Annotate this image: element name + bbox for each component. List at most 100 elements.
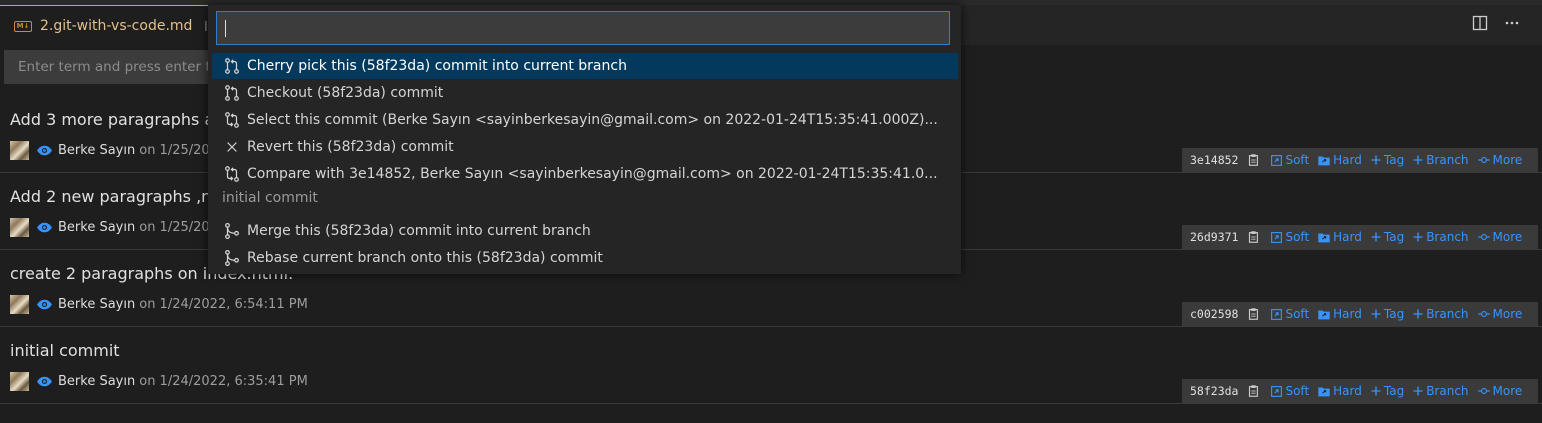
more-button[interactable]: More (1477, 307, 1523, 321)
soft-reset-icon (1270, 385, 1285, 398)
plus-icon (1370, 308, 1384, 320)
hard-reset-button-label: Hard (1333, 153, 1362, 167)
soft-reset-button-label: Soft (1285, 153, 1310, 167)
add-branch-button[interactable]: Branch (1412, 384, 1469, 398)
add-branch-button[interactable]: Branch (1412, 153, 1469, 167)
add-branch-button-label: Branch (1426, 307, 1469, 321)
add-branch-button[interactable]: Branch (1412, 307, 1469, 321)
eye-icon[interactable] (36, 296, 53, 313)
soft-reset-icon (1270, 308, 1285, 321)
soft-reset-button[interactable]: Soft (1270, 307, 1309, 321)
add-branch-button-label: Branch (1426, 230, 1469, 244)
commit-message: initial commit (10, 341, 120, 360)
add-tag-button-label: Tag (1383, 384, 1405, 398)
hard-reset-button-label: Hard (1333, 307, 1362, 321)
plus-icon (1370, 385, 1384, 397)
eye-icon[interactable] (36, 373, 53, 390)
hard-reset-button[interactable]: Hard (1317, 384, 1362, 398)
more-button-label: More (1492, 384, 1523, 398)
git-merge-icon (222, 248, 242, 268)
quick-pick-input[interactable] (216, 11, 950, 45)
add-branch-button-label: Branch (1426, 153, 1469, 167)
soft-reset-button[interactable]: Soft (1270, 153, 1309, 167)
commit-sha[interactable]: 26d9371 (1190, 230, 1238, 244)
commit-sha[interactable]: c002598 (1190, 307, 1238, 321)
more-button[interactable]: More (1477, 384, 1523, 398)
close-icon (222, 137, 242, 157)
quick-pick-item[interactable]: Checkout (58f23da) commit (212, 80, 958, 106)
more-button-label: More (1492, 153, 1523, 167)
quick-pick-item[interactable]: Cherry pick this (58f23da) commit into c… (212, 53, 958, 79)
commit-date: on 1/24/2022, 6:54:11 PM (139, 297, 308, 312)
quick-pick-dropdown: Cherry pick this (58f23da) commit into c… (208, 5, 961, 274)
soft-reset-button[interactable]: Soft (1270, 230, 1309, 244)
copy-icon[interactable] (1246, 307, 1260, 321)
quick-pick-item-label: Rebase current branch onto this (58f23da… (247, 250, 603, 266)
split-editor-icon[interactable] (1470, 13, 1490, 33)
add-tag-button-label: Tag (1383, 307, 1405, 321)
copy-icon[interactable] (1246, 153, 1260, 167)
git-pull-request-icon (222, 83, 242, 103)
hard-reset-button-label: Hard (1333, 384, 1362, 398)
markdown-file-icon: M↓ (14, 21, 32, 32)
add-tag-button[interactable]: Tag (1370, 384, 1404, 398)
add-tag-button-label: Tag (1383, 153, 1405, 167)
add-tag-button[interactable]: Tag (1370, 230, 1404, 244)
soft-reset-button-label: Soft (1285, 384, 1310, 398)
quick-pick-item-label: Select this commit (Berke Sayın <sayinbe… (247, 112, 938, 128)
editor-tab[interactable]: M↓ 2.git-with-vs-code.md I (0, 5, 220, 45)
quick-pick-item[interactable]: Select this commit (Berke Sayın <sayinbe… (212, 107, 958, 133)
more-button-label: More (1492, 230, 1523, 244)
avatar (10, 372, 29, 391)
add-branch-button[interactable]: Branch (1412, 230, 1469, 244)
hard-reset-button[interactable]: Hard (1317, 230, 1362, 244)
add-tag-button[interactable]: Tag (1370, 307, 1404, 321)
commit-sha[interactable]: 3e14852 (1190, 153, 1238, 167)
soft-reset-icon (1270, 231, 1285, 244)
commit-row[interactable]: initial commit Berke Sayın on 1/24/2022, 6… (0, 327, 1542, 404)
quick-pick-item[interactable]: Merge this (58f23da) commit into current… (212, 218, 958, 244)
soft-reset-button-label: Soft (1285, 307, 1310, 321)
quick-pick-item-label: Merge this (58f23da) commit into current… (247, 223, 591, 239)
avatar (10, 295, 29, 314)
hard-reset-icon (1317, 154, 1333, 167)
plus-icon (1412, 385, 1426, 397)
add-tag-button-label: Tag (1383, 230, 1405, 244)
eye-icon[interactable] (36, 142, 53, 159)
more-button[interactable]: More (1477, 153, 1523, 167)
eye-icon[interactable] (36, 219, 53, 236)
copy-icon[interactable] (1246, 384, 1260, 398)
avatar (10, 218, 29, 237)
plus-icon (1412, 231, 1426, 243)
commit-author: Berke Sayın (58, 143, 136, 158)
quick-pick-item[interactable]: Compare with 3e14852, Berke Sayın <sayin… (212, 161, 958, 187)
quick-pick-item-label: Cherry pick this (58f23da) commit into c… (247, 58, 627, 74)
commit-message: Add 2 new paragraphs ,n (10, 187, 212, 206)
commit-meta: Berke Sayın on 1/24/2022, 6:35:41 PM (10, 372, 308, 391)
copy-icon[interactable] (1246, 230, 1260, 244)
quick-pick-item[interactable]: Revert this (58f23da) commit (212, 134, 958, 160)
soft-reset-button-label: Soft (1285, 230, 1310, 244)
commit-actions: 58f23da Soft Hard Tag Branch More (1182, 379, 1538, 403)
quick-pick-separator-label: initial commit (222, 190, 318, 206)
quick-pick-item-label: Revert this (58f23da) commit (247, 139, 454, 155)
commit-sha[interactable]: 58f23da (1190, 384, 1238, 398)
git-pull-request-icon (222, 56, 242, 76)
git-merge-icon (222, 221, 242, 241)
search-input[interactable]: Enter term and press enter to search (4, 50, 214, 84)
quick-pick-item[interactable]: Rebase current branch onto this (58f23da… (212, 245, 958, 271)
quick-pick-item-label: Checkout (58f23da) commit (247, 85, 444, 101)
git-compare-icon (222, 164, 242, 184)
git-compare-icon (222, 110, 242, 130)
hard-reset-button[interactable]: Hard (1317, 153, 1362, 167)
commit-author: Berke Sayın (58, 220, 136, 235)
more-button[interactable]: More (1477, 230, 1523, 244)
more-actions-icon[interactable] (1502, 13, 1522, 33)
text-caret (225, 20, 226, 37)
soft-reset-button[interactable]: Soft (1270, 384, 1309, 398)
hard-reset-button[interactable]: Hard (1317, 307, 1362, 321)
more-button-label: More (1492, 307, 1523, 321)
plus-icon (1412, 154, 1426, 166)
hard-reset-icon (1317, 385, 1333, 398)
add-tag-button[interactable]: Tag (1370, 153, 1404, 167)
